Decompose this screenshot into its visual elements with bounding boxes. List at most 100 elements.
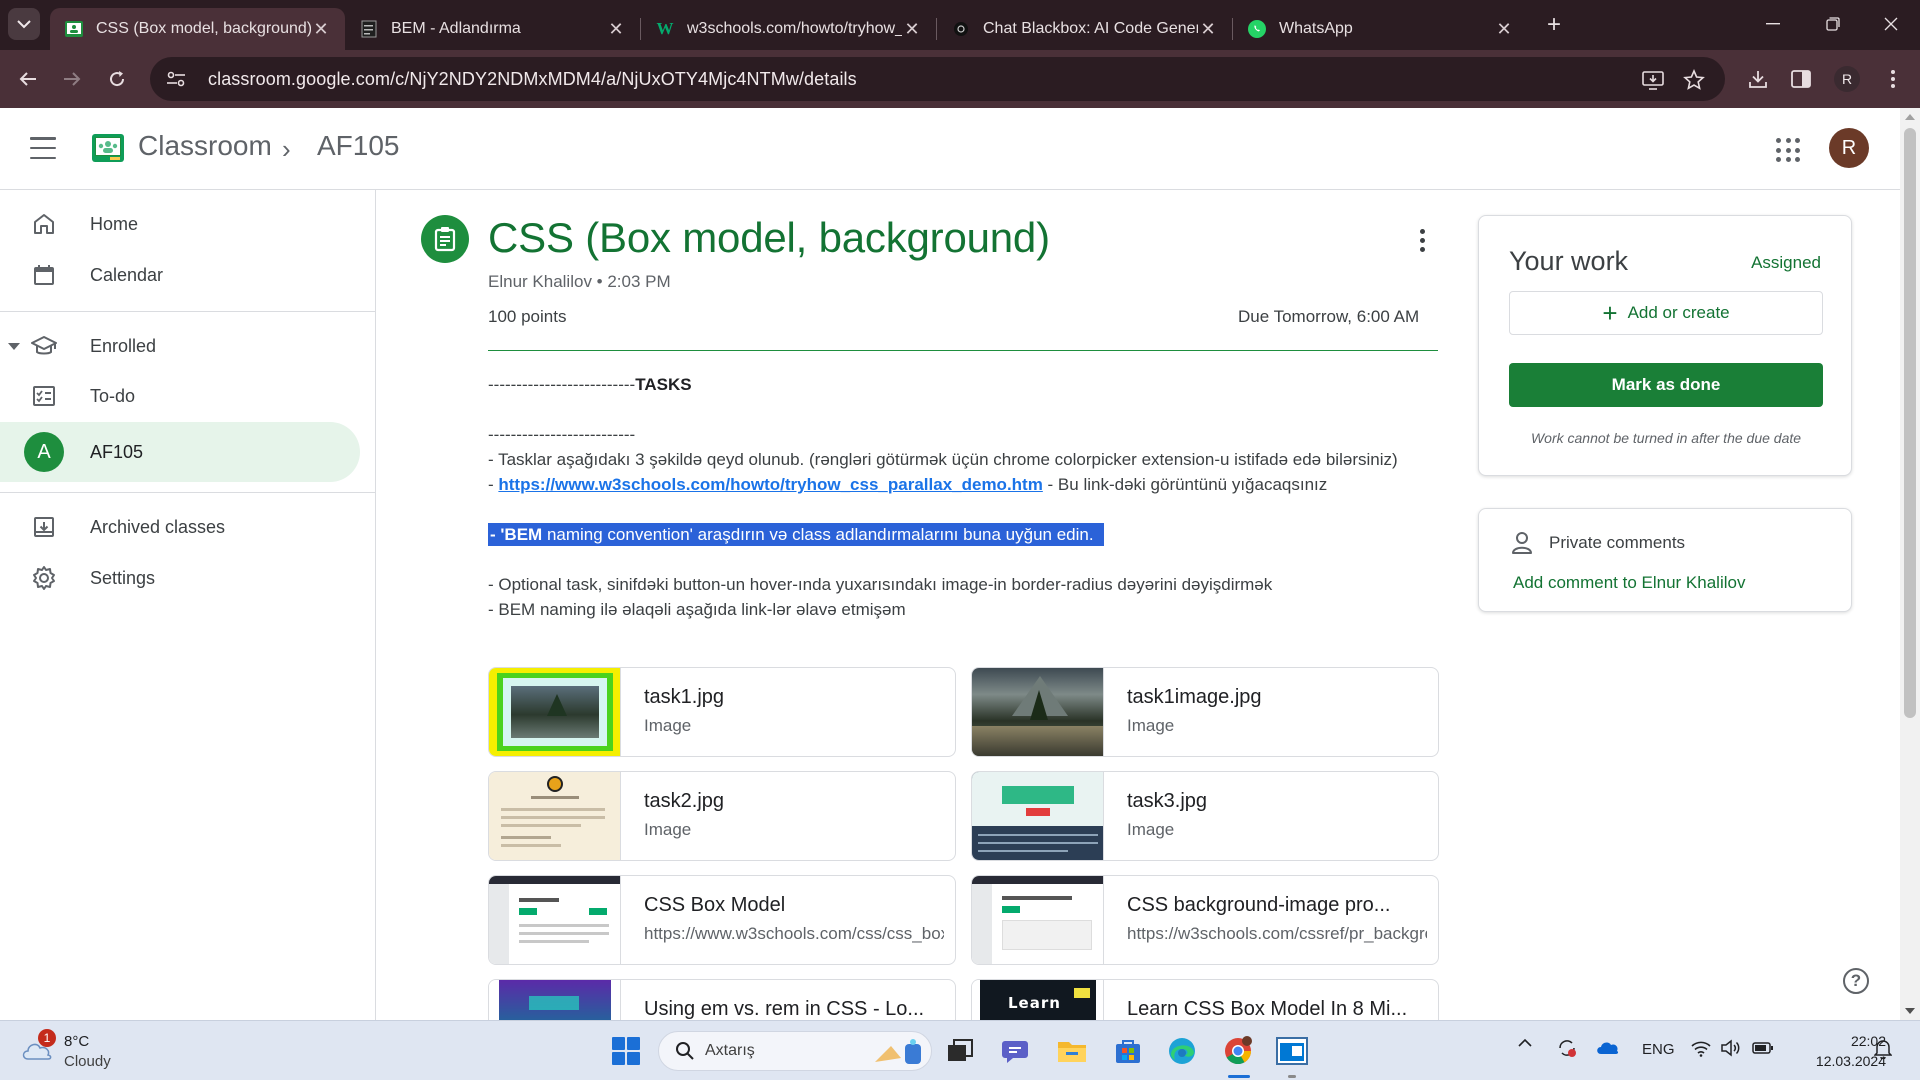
- plus-icon: +: [1602, 298, 1618, 328]
- show-hidden-icons[interactable]: [1518, 1035, 1532, 1052]
- site-info-icon[interactable]: [164, 67, 188, 91]
- dashes-text: --------------------------: [488, 375, 636, 394]
- description-line: - Tasklar aşağıdakı 3 şəkildə qeyd olunu…: [488, 450, 1398, 469]
- side-panel-icon[interactable]: [1788, 66, 1814, 92]
- main-menu-button[interactable]: [30, 137, 56, 159]
- more-options-icon[interactable]: [1410, 224, 1434, 256]
- attachment-title: CSS background-image pro...: [1127, 894, 1391, 916]
- attachment-card[interactable]: task2.jpg Image: [488, 771, 956, 861]
- microsoft-store-icon[interactable]: [1110, 1033, 1146, 1069]
- install-app-icon[interactable]: [1640, 67, 1666, 93]
- w3schools-icon: W: [656, 19, 674, 38]
- weather-temperature[interactable]: 8°C: [64, 1033, 89, 1050]
- sidebar-item-enrolled[interactable]: Enrolled: [0, 318, 360, 374]
- assignment-meta: Elnur Khalilov • 2:03 PM: [488, 272, 671, 291]
- tab-title: BEM - Adlandırma: [391, 20, 521, 37]
- school-icon: [30, 332, 58, 360]
- sync-icon[interactable]: [1556, 1037, 1578, 1063]
- attachment-title: CSS Box Model: [644, 894, 786, 916]
- battery-icon[interactable]: [1752, 1041, 1774, 1059]
- tab-search-button[interactable]: [8, 8, 40, 40]
- close-tab-icon[interactable]: ✕: [606, 19, 626, 40]
- calendar-icon: [30, 261, 58, 289]
- close-window-button[interactable]: [1868, 8, 1914, 40]
- clock-date[interactable]: 12.03.2024: [1792, 1053, 1886, 1069]
- private-comments-label: Private comments: [1549, 533, 1686, 552]
- attachment-card[interactable]: CSS Box Model https://www.w3schools.com/…: [488, 875, 956, 965]
- tab-whatsapp[interactable]: WhatsApp ✕: [1233, 8, 1528, 50]
- reload-button[interactable]: [101, 63, 133, 95]
- add-private-comment-link[interactable]: Add comment to Elnur Khalilov: [1513, 573, 1745, 593]
- sidebar-item-label: To-do: [90, 385, 136, 406]
- sidebar-item-home[interactable]: Home: [0, 196, 360, 252]
- input-language[interactable]: ENG: [1642, 1041, 1675, 1058]
- forward-button[interactable]: [56, 63, 88, 95]
- notification-bell-icon[interactable]: [1873, 1039, 1893, 1063]
- mark-as-done-button[interactable]: Mark as done: [1509, 363, 1823, 407]
- tab-w3schools[interactable]: W w3schools.com/howto/tryhow_c ✕: [641, 8, 936, 50]
- app-name[interactable]: Classroom: [138, 130, 272, 162]
- download-icon[interactable]: [1745, 66, 1771, 92]
- expand-arrow-icon[interactable]: [8, 342, 20, 350]
- chrome-browser-icon[interactable]: [1220, 1033, 1256, 1069]
- description-line: - Optional task, sinifdəki button-un hov…: [488, 575, 1273, 594]
- wifi-icon[interactable]: [1690, 1039, 1712, 1061]
- url-text[interactable]: classroom.google.com/c/NjY2NDY2NDMxMDM4/…: [208, 69, 857, 90]
- restore-button[interactable]: [1810, 8, 1856, 40]
- breadcrumb-class[interactable]: AF105: [317, 130, 400, 162]
- close-icon: [1884, 17, 1898, 31]
- sidebar-item-todo[interactable]: To-do: [0, 368, 360, 424]
- google-apps-icon[interactable]: [1776, 138, 1800, 162]
- teams-chat-icon[interactable]: [998, 1033, 1034, 1069]
- remote-desktop-icon[interactable]: [1274, 1033, 1310, 1069]
- close-tab-icon[interactable]: ✕: [311, 19, 331, 40]
- add-or-create-button[interactable]: + Add or create: [1509, 291, 1823, 335]
- tab-blackbox[interactable]: Chat Blackbox: AI Code Generat ✕: [937, 8, 1232, 50]
- weather-condition[interactable]: Cloudy: [64, 1053, 111, 1070]
- attachment-card[interactable]: task1image.jpg Image: [971, 667, 1439, 757]
- task-view-icon[interactable]: [942, 1033, 978, 1069]
- attachment-card[interactable]: task1.jpg Image: [488, 667, 956, 757]
- scrollbar-thumb[interactable]: [1904, 128, 1916, 718]
- sidebar-item-label: Settings: [90, 567, 156, 588]
- attachment-thumbnail: [489, 772, 621, 860]
- windows-start-icon[interactable]: [612, 1037, 640, 1065]
- help-icon[interactable]: ?: [1843, 968, 1869, 994]
- archive-icon: [30, 513, 58, 541]
- sidebar-item-af105[interactable]: A AF105: [0, 422, 360, 482]
- back-button[interactable]: [12, 63, 44, 95]
- browser-profile-avatar[interactable]: R: [1834, 66, 1860, 92]
- bookmark-star-icon[interactable]: [1681, 67, 1707, 93]
- tab-bem[interactable]: BEM - Adlandırma ✕: [345, 8, 640, 50]
- page-scrollbar[interactable]: [1900, 108, 1920, 1020]
- assignment-description: --------------------------TASKS --------…: [488, 372, 1433, 622]
- taskbar-search-box[interactable]: Axtarış: [658, 1031, 932, 1071]
- attachment-card[interactable]: task3.jpg Image: [971, 771, 1439, 861]
- close-tab-icon[interactable]: ✕: [1494, 19, 1514, 40]
- minimize-button[interactable]: [1750, 8, 1796, 40]
- account-avatar[interactable]: R: [1829, 128, 1869, 168]
- sidebar-item-settings[interactable]: Settings: [0, 550, 360, 606]
- description-line: - https://www.w3schools.com/howto/tryhow…: [488, 472, 1433, 497]
- scroll-down-arrow-icon[interactable]: [1905, 1008, 1915, 1014]
- address-bar[interactable]: classroom.google.com/c/NjY2NDY2NDMxMDM4/…: [150, 57, 1725, 101]
- sidebar-item-calendar[interactable]: Calendar: [0, 247, 360, 303]
- close-tab-icon[interactable]: ✕: [902, 19, 922, 40]
- breadcrumb-chevron-icon: ›: [282, 134, 291, 164]
- onedrive-icon[interactable]: [1596, 1039, 1620, 1059]
- file-explorer-icon[interactable]: [1054, 1033, 1090, 1069]
- close-tab-icon[interactable]: ✕: [1198, 19, 1218, 40]
- scroll-up-arrow-icon[interactable]: [1905, 114, 1915, 120]
- attachment-card[interactable]: CSS background-image pro... https://w3sc…: [971, 875, 1439, 965]
- tab-title: CSS (Box model, background): [96, 20, 311, 37]
- volume-icon[interactable]: [1720, 1039, 1742, 1061]
- edge-browser-icon[interactable]: [1164, 1033, 1200, 1069]
- new-tab-button[interactable]: +: [1540, 12, 1568, 40]
- more-vert-icon[interactable]: [1880, 66, 1906, 92]
- attachment-type: Image: [644, 820, 692, 839]
- parallax-demo-link[interactable]: https://www.w3schools.com/howto/tryhow_c…: [498, 475, 1042, 494]
- sidebar-item-archived[interactable]: Archived classes: [0, 499, 360, 555]
- tab-classroom[interactable]: CSS (Box model, background) ✕: [50, 8, 345, 50]
